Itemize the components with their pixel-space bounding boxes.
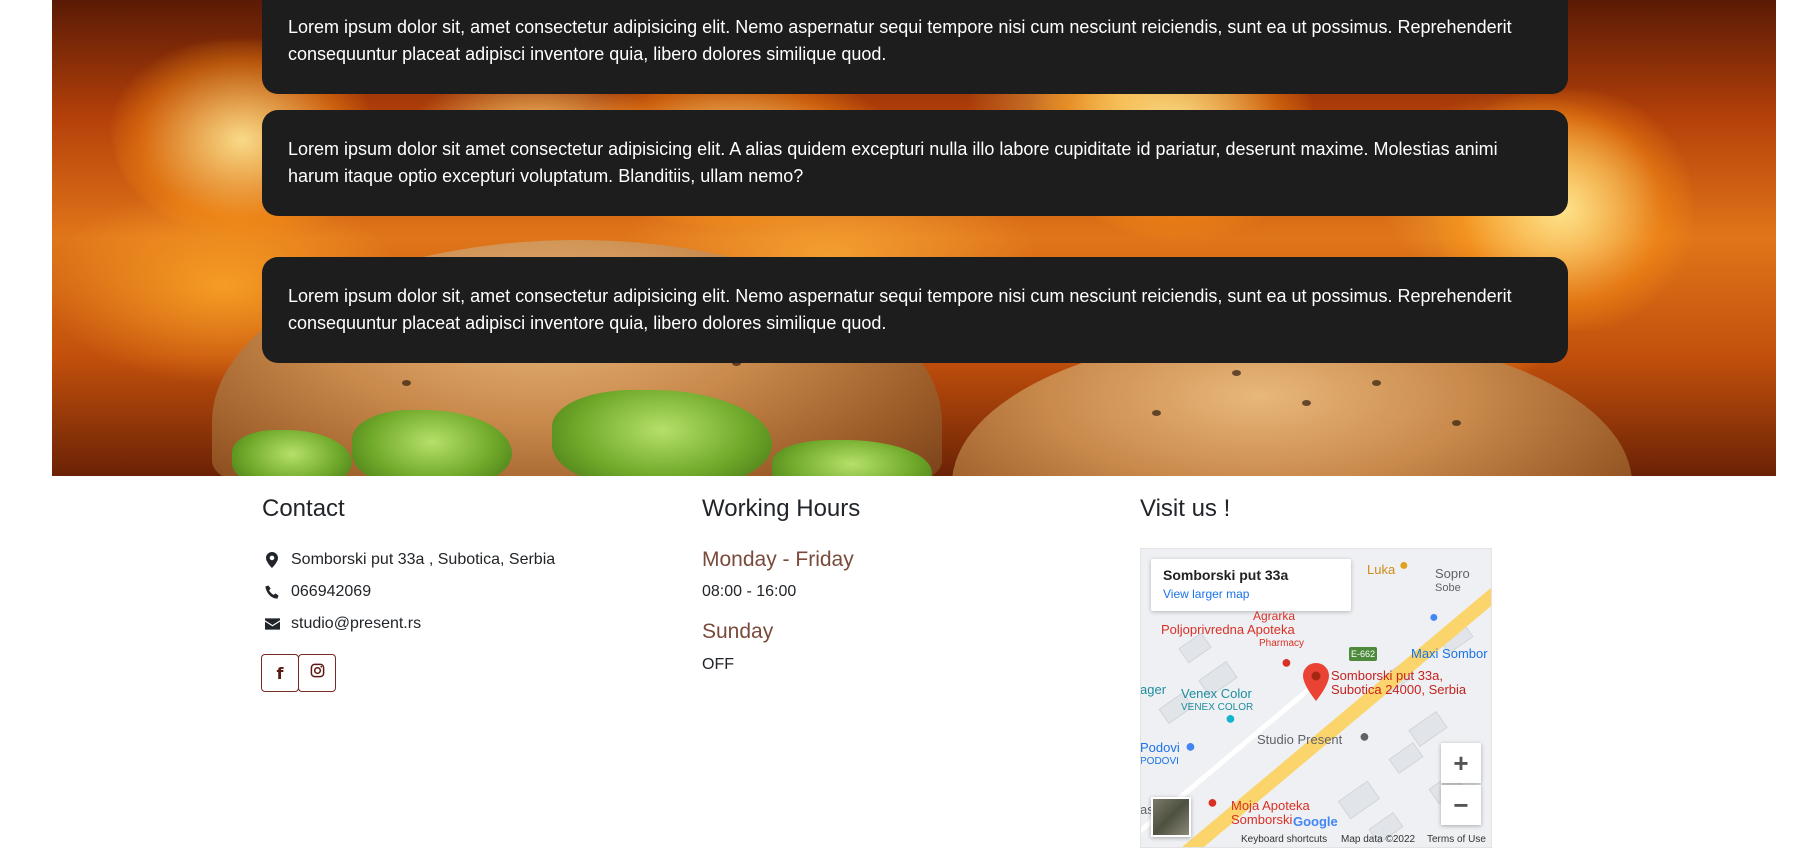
envelope-icon [262,618,282,630]
map-poi-label: Maxi Sombor [1411,646,1488,661]
map-pharmacy-pin-icon: ● [1207,792,1218,812]
facebook-icon: f [276,663,284,683]
map-marker-icon [262,552,282,568]
map-shop-pin-icon: ● [1185,736,1196,756]
map-poi-label: Poljoprivredna Apoteka [1161,622,1295,637]
map-poi-label: Sobe [1435,582,1461,594]
sunday-hours: OFF [702,656,734,673]
weekday-hours: 08:00 - 16:00 [702,583,797,600]
map-poi-label: Agrarka [1253,609,1296,623]
map-poi-label: Somborski [1231,812,1293,827]
testimonial-text: Lorem ipsum dolor sit amet consectetur a… [288,139,1498,186]
testimonial-card: Lorem ipsum dolor sit amet consectetur a… [262,110,1568,216]
map-poi-label: Moja Apoteka [1231,798,1310,813]
instagram-button[interactable] [298,654,336,692]
satellite-layer-toggle[interactable] [1151,797,1191,837]
phone-icon [262,584,282,600]
testimonial-text: Lorem ipsum dolor sit, amet consectetur … [288,17,1512,64]
map-store-pin-icon: ● [1225,708,1236,728]
contact-heading: Contact [262,495,345,522]
map-shop-pin-icon: ● [1429,609,1439,626]
map-poi-label: Podovi [1140,740,1180,755]
map-marker-label: Subotica 24000, Serbia [1331,682,1467,697]
sunday-label: Sunday [702,620,774,643]
instagram-icon [310,663,325,683]
map-pharmacy-pin-icon: ● [1281,652,1292,672]
map-place-card: Somborski put 33a View larger map [1151,559,1351,611]
contact-email: studio@present.rs [262,615,421,633]
testimonial-card: Lorem ipsum dolor sit, amet consectetur … [262,257,1568,363]
testimonial-card: Lorem ipsum dolor sit, amet consectetur … [262,0,1568,94]
working-hours-heading: Working Hours [702,495,861,522]
map-road-badge: E-662 [1349,647,1378,661]
map-marker-label: Somborski put 33a, [1331,668,1444,683]
map-location-marker-icon[interactable] [1303,663,1329,701]
phone-text[interactable]: 066942069 [291,583,371,601]
keyboard-shortcuts-link[interactable]: Keyboard shortcuts [1241,834,1327,845]
testimonial-text: Lorem ipsum dolor sit, amet consectetur … [288,286,1512,333]
google-logo: Google [1293,814,1338,829]
map-poi-label: Sopro [1435,566,1470,581]
map-poi-label: PODOVI [1140,756,1179,767]
map-place-title: Somborski put 33a [1163,567,1289,583]
google-map[interactable]: Somborski put 33a View larger map Luka ●… [1140,548,1492,848]
visit-heading: Visit us ! [1140,495,1231,522]
contact-address: Somborski put 33a , Subotica, Serbia [262,551,555,569]
email-text[interactable]: studio@present.rs [291,615,421,633]
weekday-label: Monday - Friday [702,548,854,571]
map-poi-label: Pharmacy [1259,638,1305,649]
zoom-out-button[interactable]: − [1441,785,1481,825]
facebook-button[interactable]: f [261,654,299,692]
map-poi-label: Luka [1367,562,1396,577]
address-text: Somborski put 33a , Subotica, Serbia [291,551,556,568]
map-poi-pin-icon: ● [1399,557,1409,574]
map-place-pin-icon: ● [1359,726,1370,746]
map-poi-label: Studio Present [1257,732,1343,747]
view-larger-map-link[interactable]: View larger map [1163,587,1339,601]
zoom-in-button[interactable]: + [1441,743,1481,783]
terms-of-use-link[interactable]: Terms of Use [1427,834,1486,845]
map-poi-label: VENEX COLOR [1181,702,1254,713]
contact-phone: 066942069 [262,583,371,601]
map-data-label: Map data ©2022 [1341,834,1416,845]
map-poi-label: Venex Color [1181,686,1252,701]
map-poi-label: ager [1140,682,1167,697]
